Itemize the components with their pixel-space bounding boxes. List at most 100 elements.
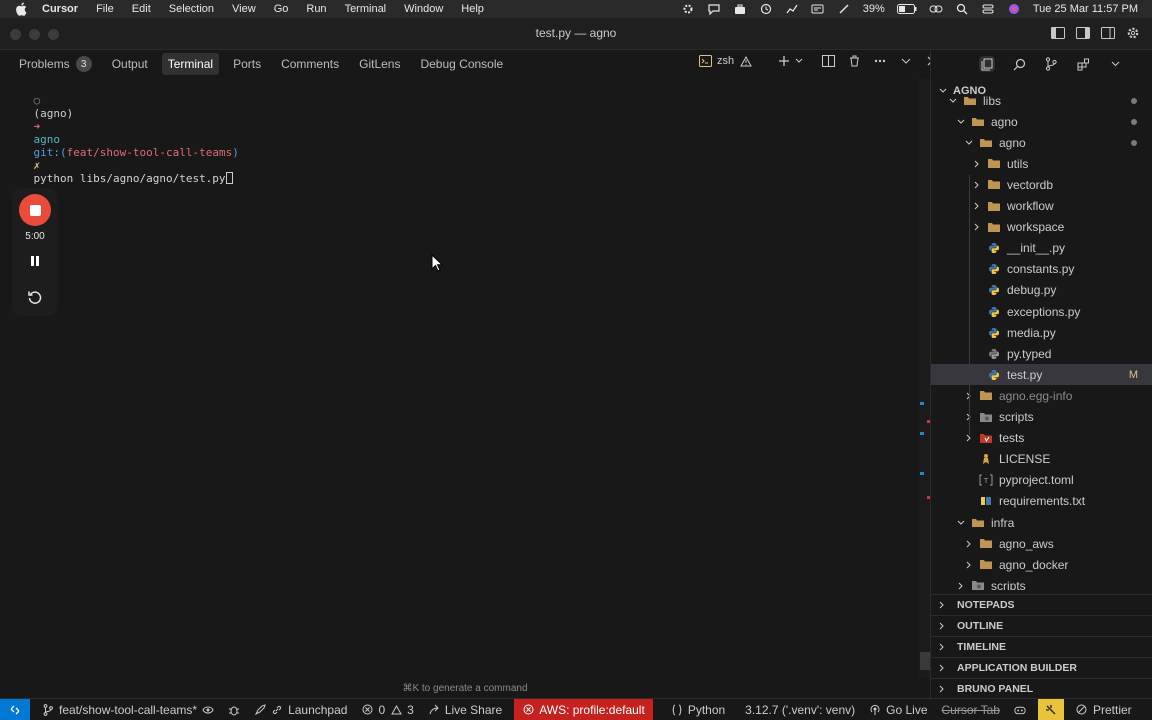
stop-recording-button[interactable] — [19, 194, 51, 226]
git-branch-button[interactable]: feat/show-tool-call-teams* — [40, 699, 216, 720]
apple-icon[interactable] — [14, 2, 28, 16]
chat-tray-icon[interactable] — [707, 3, 721, 15]
tree-item-vectordb[interactable]: vectordb — [931, 174, 1152, 195]
python-interpreter-button[interactable]: 3.12.7 ('.venv': venv) — [743, 699, 857, 720]
control-center-icon[interactable] — [981, 3, 995, 15]
link-tray-icon[interactable] — [929, 3, 943, 15]
tree-item--init-py[interactable]: __init__.py — [931, 238, 1152, 259]
battery-icon[interactable] — [896, 3, 917, 15]
card-tray-icon[interactable] — [811, 3, 825, 15]
cursor-tab-button[interactable]: Cursor Tab — [940, 699, 1002, 720]
go-live-button[interactable]: Go Live — [867, 699, 929, 720]
launchpad-button[interactable]: Launchpad — [252, 699, 349, 720]
chevron-down-icon[interactable] — [795, 54, 803, 68]
tree-item-requirements-txt[interactable]: requirements.txt — [931, 491, 1152, 512]
trash-icon[interactable] — [847, 54, 861, 68]
remote-indicator-button[interactable] — [0, 698, 30, 720]
tree-item-agno-docker[interactable]: agno_docker — [931, 554, 1152, 575]
siri-icon[interactable] — [1007, 3, 1021, 15]
section-outline[interactable]: OUTLINE — [931, 615, 1152, 636]
problems-status-button[interactable]: 0 3 — [359, 699, 415, 720]
tree-item-debug-py[interactable]: debug.py — [931, 280, 1152, 301]
aws-profile-button[interactable]: AWS: profile:default — [514, 698, 653, 720]
tree-item-media-py[interactable]: media.py — [931, 322, 1152, 343]
settings-gear-icon[interactable] — [1125, 26, 1140, 40]
spotlight-search-icon[interactable] — [955, 3, 969, 15]
menu-selection[interactable]: Selection — [169, 3, 214, 15]
prettier-button[interactable]: Prettier — [1074, 699, 1134, 720]
tree-item-agno[interactable]: agno — [931, 132, 1152, 153]
tree-item-infra[interactable]: infra — [931, 512, 1152, 533]
tree-item-constants-py[interactable]: constants.py — [931, 259, 1152, 280]
pause-icon[interactable] — [28, 254, 42, 268]
pen-tray-icon[interactable] — [837, 3, 851, 15]
tree-item-workspace[interactable]: workspace — [931, 217, 1152, 238]
section-bruno-panel[interactable]: BRUNO PANEL — [931, 678, 1152, 699]
tab-terminal[interactable]: Terminal — [161, 53, 220, 75]
tab-problems[interactable]: Problems 3 — [19, 53, 92, 75]
tab-ports[interactable]: Ports — [233, 53, 261, 75]
terminal-view[interactable]: ○ (agno) ➜ agno git:(feat/show-tool-call… — [0, 78, 918, 698]
section-application-builder[interactable]: APPLICATION BUILDER — [931, 657, 1152, 678]
tree-item-license[interactable]: LICENSE — [931, 449, 1152, 470]
tree-item-tests[interactable]: tests — [931, 428, 1152, 449]
briefcase-tray-icon[interactable] — [733, 3, 747, 15]
more-actions-icon[interactable] — [873, 54, 887, 68]
tree-item-agno-egg-info[interactable]: agno.egg-info — [931, 385, 1152, 406]
menu-help[interactable]: Help — [461, 3, 484, 15]
tab-output[interactable]: Output — [112, 53, 148, 75]
explorer-files-icon[interactable] — [979, 56, 995, 72]
terminal-shell-selector[interactable]: zsh — [698, 54, 753, 68]
toggle-primary-sidebar-icon[interactable] — [1050, 26, 1065, 40]
tree-item-py-typed[interactable]: py.typed — [931, 343, 1152, 364]
new-terminal-icon[interactable] — [777, 54, 791, 68]
menu-terminal[interactable]: Terminal — [345, 3, 387, 15]
tree-item-utils[interactable]: utils — [931, 153, 1152, 174]
history-tray-icon[interactable] — [759, 3, 773, 15]
tree-item-workflow[interactable]: workflow — [931, 196, 1152, 217]
menu-edit[interactable]: Edit — [132, 3, 151, 15]
tree-item-scripts[interactable]: scripts — [931, 575, 1152, 590]
tree-item-agno[interactable]: agno — [931, 111, 1152, 132]
folder-icon — [979, 559, 993, 571]
menu-go[interactable]: Go — [274, 3, 289, 15]
tree-item-exceptions-py[interactable]: exceptions.py — [931, 301, 1152, 322]
section-timeline[interactable]: TIMELINE — [931, 636, 1152, 657]
scroll-thumb[interactable] — [920, 652, 930, 670]
split-terminal-icon[interactable] — [821, 54, 835, 68]
source-control-icon[interactable] — [1043, 56, 1059, 72]
gear-tray-icon[interactable] — [681, 3, 695, 15]
chevron-right-icon — [971, 200, 983, 212]
tab-debug-console[interactable]: Debug Console — [420, 53, 503, 75]
toggle-panel-icon[interactable] — [1075, 26, 1090, 40]
tree-item-pyproject-toml[interactable]: Tpyproject.toml — [931, 470, 1152, 491]
tree-item-test-py[interactable]: test.py M — [931, 364, 1152, 386]
terminal-scroll-gutter[interactable] — [918, 78, 931, 678]
debug-button[interactable] — [226, 699, 242, 720]
menubar-clock[interactable]: Tue 25 Mar 11:57 PM — [1033, 3, 1138, 15]
tab-comments[interactable]: Comments — [281, 53, 339, 75]
tree-item-scripts[interactable]: scripts — [931, 407, 1152, 428]
section-notepads[interactable]: NOTEPADS — [931, 594, 1152, 615]
live-share-button[interactable]: Live Share — [426, 699, 504, 720]
tree-item-agno-aws[interactable]: agno_aws — [931, 533, 1152, 554]
menu-app-name[interactable]: Cursor — [42, 3, 78, 15]
terminal-icon — [698, 54, 712, 68]
toggle-secondary-sidebar-icon[interactable] — [1100, 26, 1115, 40]
menu-run[interactable]: Run — [306, 3, 326, 15]
menu-window[interactable]: Window — [404, 3, 443, 15]
restart-icon[interactable] — [26, 288, 44, 306]
disabled-feature-button[interactable] — [1037, 698, 1064, 720]
search-icon[interactable] — [1011, 56, 1027, 72]
tree-item-label: pyproject.toml — [999, 473, 1074, 488]
extensions-icon[interactable] — [1075, 56, 1091, 72]
collapse-panel-icon[interactable] — [899, 54, 913, 68]
views-chevron-down-icon[interactable] — [1107, 56, 1123, 72]
menu-view[interactable]: View — [232, 3, 256, 15]
menu-file[interactable]: File — [96, 3, 114, 15]
copilot-button[interactable] — [1012, 699, 1028, 720]
stats-tray-icon[interactable] — [785, 3, 799, 15]
tab-gitlens[interactable]: GitLens — [359, 53, 400, 75]
language-mode-button[interactable]: Python — [669, 699, 727, 720]
tree-item-libs[interactable]: libs — [931, 90, 1152, 111]
